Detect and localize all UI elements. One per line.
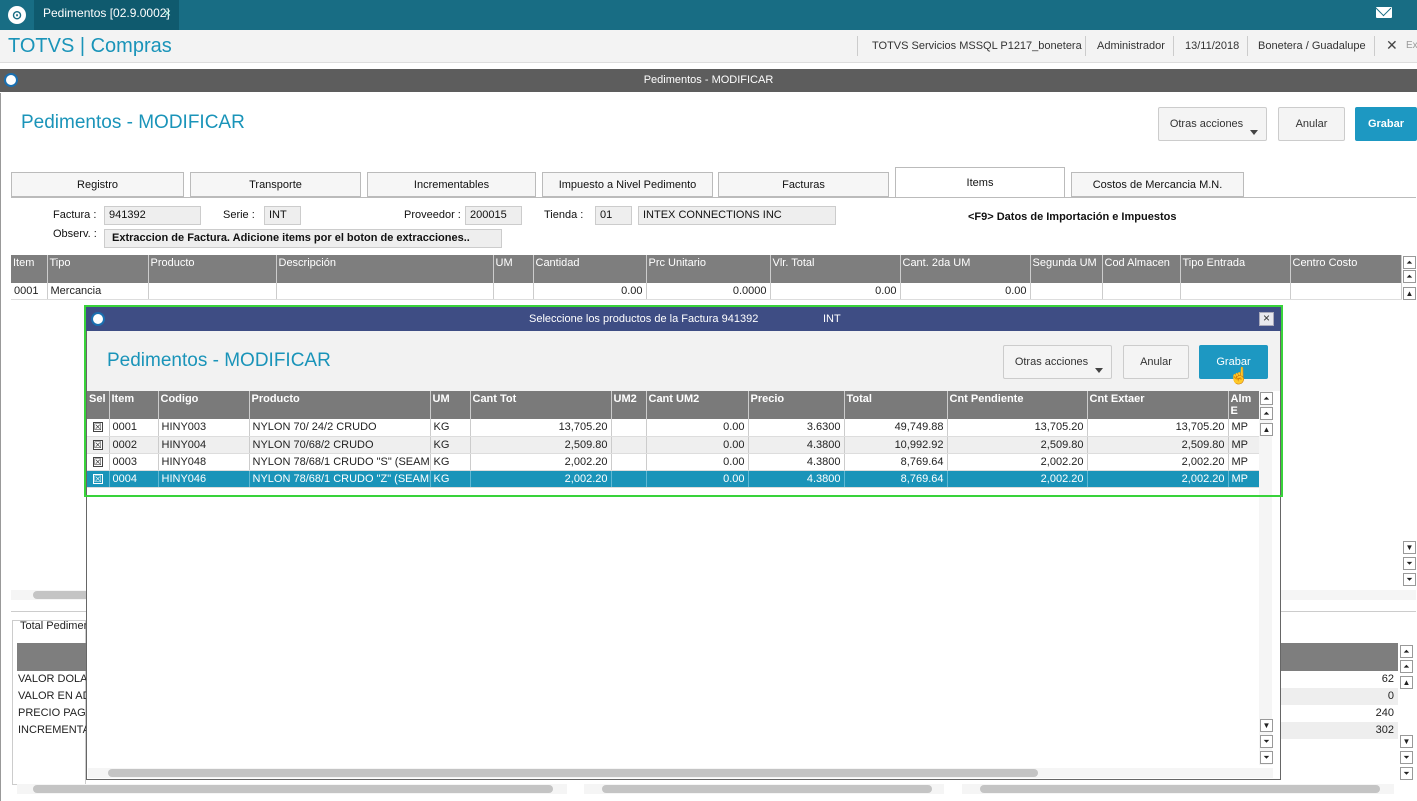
tab-items[interactable]: Items <box>895 167 1065 198</box>
other-actions-label: Otras acciones <box>1169 118 1244 130</box>
scroll-bottom-icon[interactable]: ⏷ <box>1260 751 1273 764</box>
scroll-top-icon[interactable]: ⏶ <box>1400 645 1413 658</box>
cell[interactable] <box>493 283 534 300</box>
total-row-name: PRECIO PAGA <box>18 707 93 719</box>
window-title: Pedimentos - MODIFICAR <box>643 74 774 86</box>
f9-import-data-link[interactable]: <F9> Datos de Importación e Impuestos <box>968 211 1176 223</box>
scroll-page-up-icon[interactable]: ⏶ <box>1400 660 1413 673</box>
total-row-value: 62 <box>1381 673 1394 685</box>
col-tipo[interactable]: Tipo <box>47 255 149 283</box>
col-cant-2da-um[interactable]: Cant. 2da UM <box>900 255 1031 283</box>
horizontal-scrollbar[interactable] <box>17 784 567 794</box>
cell[interactable] <box>276 283 494 300</box>
highlight-frame <box>84 305 1283 497</box>
scroll-page-down-icon[interactable]: ⏷ <box>1260 735 1273 748</box>
total-row-value: 240 <box>1375 707 1394 719</box>
mail-icon[interactable] <box>1376 7 1392 18</box>
scroll-bottom-icon[interactable]: ⏷ <box>1403 573 1416 586</box>
tab-costos[interactable]: Costos de Mercancia M.N. <box>1071 172 1244 197</box>
col-segunda-um[interactable]: Segunda UM <box>1030 255 1103 283</box>
cell[interactable] <box>1102 283 1181 300</box>
proveedor-field[interactable]: 200015 <box>465 206 522 225</box>
tab-impuesto[interactable]: Impuesto a Nivel Pedimento <box>542 172 713 197</box>
grid-header: Item Tipo Producto Descripción UM Cantid… <box>11 255 1402 283</box>
user-label: Administrador <box>1097 40 1165 52</box>
cell[interactable]: 0001 <box>11 283 48 300</box>
table-row[interactable]: 0001 Mercancia 0.00 0.0000 0.00 0.00 <box>11 283 1402 300</box>
scroll-up-icon[interactable]: ▲ <box>1403 287 1416 300</box>
total-row-value: 302 <box>1375 724 1394 736</box>
horizontal-scrollbar[interactable] <box>584 784 944 794</box>
scroll-down-icon[interactable]: ▼ <box>1403 541 1416 554</box>
proveedor-name-field[interactable]: INTEX CONNECTIONS INC <box>638 206 836 225</box>
exit-icon[interactable]: ✕ <box>1386 37 1398 54</box>
col-tipo-entrada[interactable]: Tipo Entrada <box>1180 255 1291 283</box>
col-um[interactable]: UM <box>493 255 534 283</box>
factura-label: Factura : <box>53 209 97 221</box>
items-grid: Item Tipo Producto Descripción UM Cantid… <box>11 255 1402 300</box>
cancel-button[interactable]: Anular <box>1278 107 1345 141</box>
tienda-field[interactable]: 01 <box>595 206 632 225</box>
branch-label[interactable]: Bonetera / Guadalupe <box>1258 40 1366 52</box>
observ-field[interactable]: Extraccion de Factura. Adicione items po… <box>104 229 502 248</box>
col-descripcion[interactable]: Descripción <box>276 255 494 283</box>
cell[interactable] <box>1180 283 1291 300</box>
col-cod-almacen[interactable]: Cod Almacen <box>1102 255 1181 283</box>
scroll-down-icon[interactable]: ▼ <box>1400 735 1413 748</box>
factura-field[interactable]: 941392 <box>104 206 201 225</box>
other-actions-button[interactable]: Otras acciones <box>1158 107 1267 141</box>
tab-transporte[interactable]: Transporte <box>190 172 361 197</box>
tab-close-icon[interactable]: × <box>164 0 171 26</box>
top-bar <box>0 0 1417 30</box>
total-row-value: 0 <box>1387 690 1394 702</box>
cell[interactable] <box>1030 283 1103 300</box>
col-producto[interactable]: Producto <box>148 255 277 283</box>
scroll-page-up-icon[interactable]: ⏶ <box>1403 270 1416 283</box>
serie-field[interactable]: INT <box>264 206 301 225</box>
tab-facturas[interactable]: Facturas <box>718 172 889 197</box>
col-vlr-total[interactable]: Vlr. Total <box>770 255 901 283</box>
date-label: 13/11/2018 <box>1185 40 1240 52</box>
col-centro-costo[interactable]: Centro Costo <box>1290 255 1402 283</box>
scroll-up-icon[interactable]: ▲ <box>1400 676 1413 689</box>
window-titlebar: Pedimentos - MODIFICAR <box>0 69 1417 92</box>
tab-pedimentos[interactable]: Pedimentos [02.9.0002] × <box>34 0 179 30</box>
cell[interactable]: 0.00 <box>770 283 901 300</box>
page-title: Pedimentos - MODIFICAR <box>21 112 245 133</box>
window-logo-icon <box>4 73 18 87</box>
scroll-page-down-icon[interactable]: ⏷ <box>1403 557 1416 570</box>
tienda-label: Tienda : <box>544 209 584 221</box>
horizontal-scrollbar[interactable] <box>962 784 1394 794</box>
cell[interactable]: 0.00 <box>900 283 1031 300</box>
cell[interactable]: 0.00 <box>533 283 647 300</box>
scroll-down-icon[interactable]: ▼ <box>1260 719 1273 732</box>
serie-label: Serie : <box>223 209 255 221</box>
exit-label[interactable]: Ex <box>1406 40 1417 51</box>
tab-registro[interactable]: Registro <box>11 172 184 197</box>
app-header: TOTVS | Compras TOTVS Servicios MSSQL P1… <box>0 30 1417 63</box>
totvs-logo-icon[interactable]: ⊙ <box>8 6 26 24</box>
col-item[interactable]: Item <box>11 255 48 283</box>
cell[interactable] <box>1290 283 1402 300</box>
total-row-name: VALOR EN AD <box>18 690 91 702</box>
cell[interactable]: Mercancia <box>47 283 149 300</box>
app-title: TOTVS | Compras <box>8 35 172 57</box>
tab-incrementables[interactable]: Incrementables <box>367 172 536 197</box>
save-button[interactable]: Grabar <box>1355 107 1417 141</box>
col-cantidad[interactable]: Cantidad <box>533 255 647 283</box>
proveedor-label: Proveedor : <box>404 209 461 221</box>
environment-label: TOTVS Servicios MSSQL P1217_bonetera <box>872 40 1082 52</box>
observ-label: Observ. : <box>53 228 97 240</box>
scroll-page-down-icon[interactable]: ⏷ <box>1400 751 1413 764</box>
scroll-bottom-icon[interactable]: ⏷ <box>1400 767 1413 780</box>
tab-title: Pedimentos [02.9.0002] <box>43 6 170 20</box>
modal-horizontal-scrollbar[interactable] <box>88 768 1273 778</box>
total-row-name: VALOR DOLA <box>18 673 88 685</box>
scroll-top-icon[interactable]: ⏶ <box>1403 256 1416 269</box>
cell[interactable]: 0.0000 <box>646 283 771 300</box>
col-prc-unitario[interactable]: Prc Unitario <box>646 255 771 283</box>
cell[interactable] <box>148 283 277 300</box>
